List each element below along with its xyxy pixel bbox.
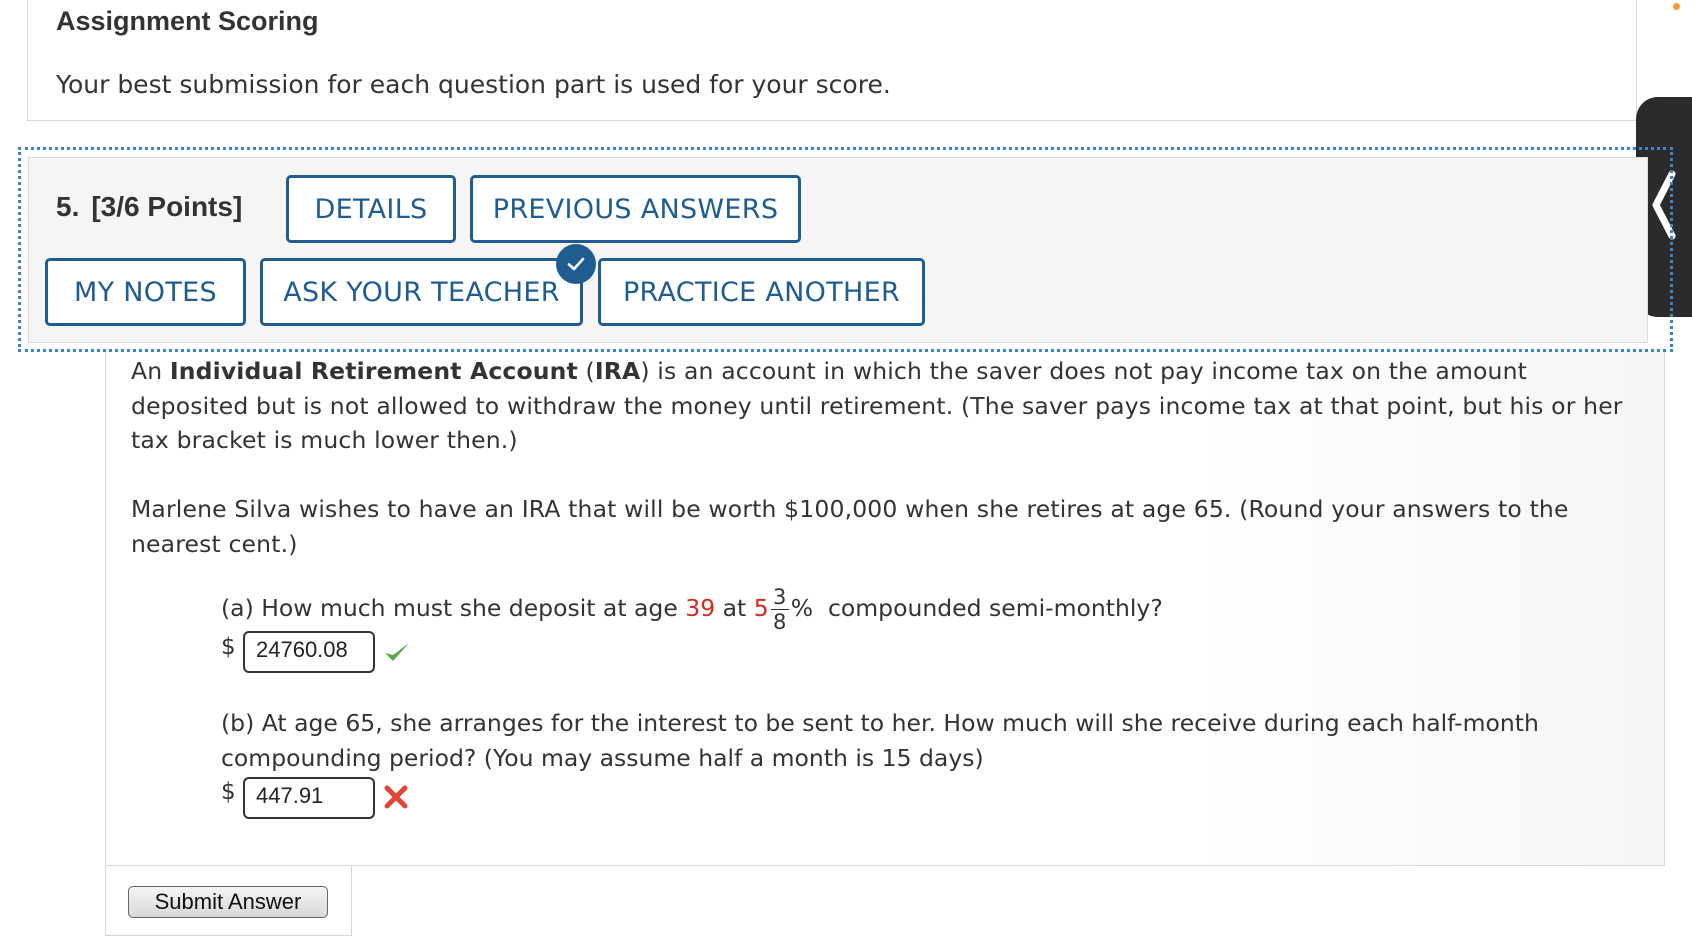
details-button[interactable]: DETAILS	[286, 175, 456, 243]
problem-statement-paragraph: Marlene Silva wishes to have an IRA that…	[131, 495, 1569, 558]
assignment-scoring-title: Assignment Scoring	[56, 6, 319, 36]
part-a-question: (a) How much must she deposit at age 39 …	[221, 585, 1163, 634]
practice-another-button[interactable]: PRACTICE ANOTHER	[598, 258, 925, 326]
ask-your-teacher-button[interactable]: ASK YOUR TEACHER	[260, 258, 583, 326]
term-ira-abbr: IRA	[594, 357, 641, 385]
checkmark-icon	[385, 643, 409, 661]
previous-answers-button[interactable]: PREVIOUS ANSWERS	[470, 175, 801, 243]
part-a-age: 39	[685, 594, 716, 622]
question-points: [3/6 Points]	[91, 191, 243, 222]
ira-definition-paragraph: An Individual Retirement Account (IRA) i…	[131, 357, 1623, 454]
part-a-answer-input[interactable]: 24760.08	[243, 631, 375, 673]
part-a-rate-fraction: 38	[770, 585, 789, 634]
assignment-scoring-description: Your best submission for each question p…	[56, 70, 891, 99]
part-a-rate-whole: 5	[753, 594, 769, 622]
part-a-currency: $	[221, 634, 236, 660]
part-b-currency: $	[221, 779, 236, 805]
check-icon	[556, 244, 596, 284]
x-mark-icon	[384, 785, 408, 809]
part-b-question: (b) At age 65, she arranges for the inte…	[221, 709, 1539, 772]
my-notes-button[interactable]: MY NOTES	[45, 258, 246, 326]
term-ira-full: Individual Retirement Account	[169, 357, 578, 385]
question-label: 5. [3/6 Points]	[56, 191, 242, 223]
submit-answer-button[interactable]: Submit Answer	[128, 886, 328, 918]
notification-dot	[1673, 3, 1680, 10]
part-b-answer-input[interactable]: 447.91	[243, 777, 375, 819]
question-number: 5.	[56, 191, 80, 222]
